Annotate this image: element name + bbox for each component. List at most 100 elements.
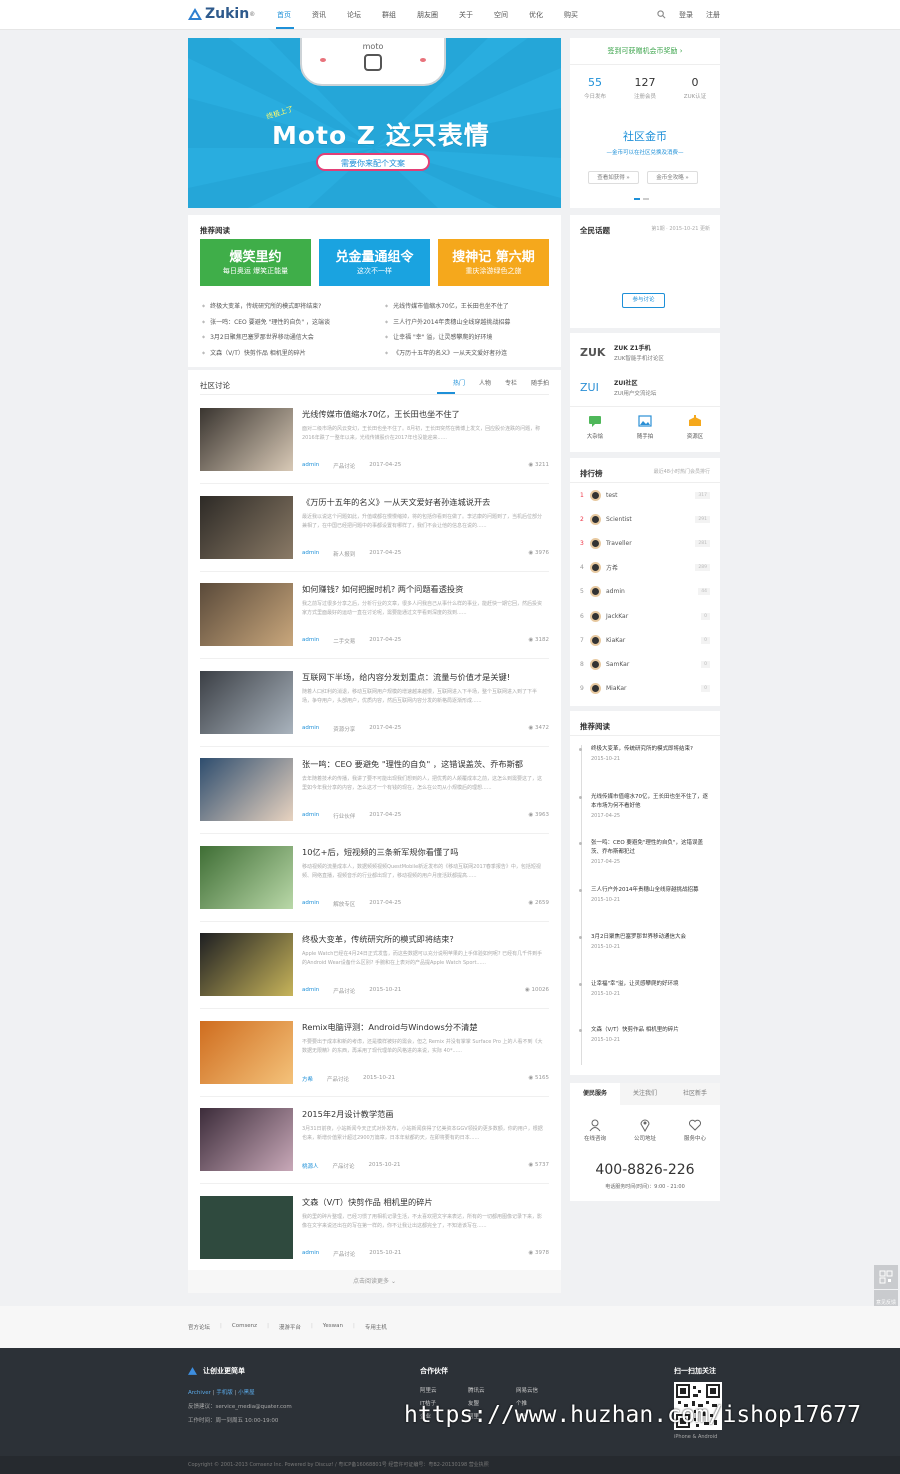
login-link[interactable]: 登录 <box>679 10 693 20</box>
article-item[interactable]: Remix电脑评测：Android与Windows分不清楚 不要要出于成本和新的考… <box>200 1020 549 1109</box>
rank-username[interactable]: 方希 <box>606 563 695 572</box>
timeline-item[interactable]: 文森（V/T）快剪作品 相机里的碎片 2015-10-21 <box>579 1026 711 1043</box>
archiver-link[interactable]: Archiver <box>188 1390 211 1396</box>
ranking-row[interactable]: 5 admin 44 <box>580 584 710 600</box>
search-icon[interactable] <box>657 10 666 19</box>
service-center[interactable]: 服务中心 <box>684 1118 706 1142</box>
article-category[interactable]: 产品讨论 <box>333 1162 355 1170</box>
recommend-link[interactable]: 《万历十五年的名义》一从天文爱好者孙连 <box>385 346 510 362</box>
article-item[interactable]: 2015年2月设计教学范画 3月31日前夜，小站新闻今天正式对外发布，小站新闻获得… <box>200 1108 549 1196</box>
timeline-item-title[interactable]: 三人行户外2014年贵穗山全线穿越挑战招募 <box>591 886 711 895</box>
article-item[interactable]: 互联网下半场，给内容分发划重点：流量与价值才是关键! 随着人口红利的消退，移动互联… <box>200 670 549 759</box>
brand-zuk[interactable]: ZUK ZUK Z1手机 ZUK智能手机讨论区 <box>580 343 664 362</box>
article-author[interactable]: 桃源人 <box>302 1162 319 1170</box>
timeline-item[interactable]: 光线传媒市值缩水70亿，王长田也坐不住了，逐本市场为何不看好他 2017-04-2… <box>579 793 711 819</box>
timeline-item-title[interactable]: 光线传媒市值缩水70亿，王长田也坐不住了，逐本市场为何不看好他 <box>591 793 711 811</box>
article-thumbnail[interactable] <box>200 933 293 996</box>
ranking-row[interactable]: 7 KiaKar 0 <box>580 632 710 648</box>
article-thumbnail[interactable] <box>200 408 293 471</box>
article-thumbnail[interactable] <box>200 1195 293 1259</box>
nav-space[interactable]: 空间 <box>494 10 508 20</box>
avatar[interactable] <box>590 658 601 670</box>
nav-home[interactable]: 首页 <box>277 10 291 20</box>
article-author[interactable]: admin <box>302 725 319 733</box>
nav-about[interactable]: 关于 <box>459 10 473 20</box>
tab-follow[interactable]: 关注我们 <box>620 1083 670 1105</box>
timeline-item-title[interactable]: 让幸福"幸"溢，让灵感攀爬的好环境 <box>591 980 711 989</box>
article-author[interactable]: admin <box>302 900 319 908</box>
rank-username[interactable]: KiaKar <box>606 637 701 644</box>
timeline-item[interactable]: 3月2日聚焦巴塞罗那世界移动通信大会 2015-10-21 <box>579 933 711 950</box>
carousel-dot[interactable] <box>634 198 640 200</box>
coin-guide-button[interactable]: 金币全攻略 » <box>647 171 698 184</box>
tile-soushen[interactable]: 搜神记 第六期 重庆涂游绿色之旅 <box>438 239 549 286</box>
article-title[interactable]: 《万历十五年的名义》一从天文爱好者孙连城说开去 <box>302 496 490 508</box>
rank-username[interactable]: SamKar <box>606 661 701 668</box>
ranking-row[interactable]: 8 SamKar 0 <box>580 656 710 672</box>
avatar[interactable] <box>590 610 601 622</box>
article-author[interactable]: admin <box>302 987 319 995</box>
article-title[interactable]: 如何赚钱? 如何把握时机? 两个问题看透投资 <box>302 583 463 595</box>
site-logo[interactable]: Zukin ® <box>188 6 255 22</box>
avatar[interactable] <box>590 562 601 574</box>
timeline-item[interactable]: 让幸福"幸"溢，让灵感攀爬的好环境 2015-10-21 <box>579 980 711 997</box>
nav-optimize[interactable]: 优化 <box>529 10 543 20</box>
article-thumbnail[interactable] <box>200 1020 293 1084</box>
article-category[interactable]: 行业伙伴 <box>333 812 355 820</box>
tab-hot[interactable]: 热门 <box>453 378 465 387</box>
partner-logo[interactable]: 阿里云 <box>420 1386 460 1394</box>
friend-link[interactable]: Comsenz <box>232 1323 257 1331</box>
recommend-link[interactable]: 张一鸣：CEO 要避免 "理性的自负" ，这端谈 <box>202 315 330 331</box>
avatar[interactable] <box>590 683 601 695</box>
avatar[interactable] <box>590 586 601 598</box>
article-category[interactable]: 解放专区 <box>333 900 355 908</box>
timeline-item-title[interactable]: 终极大变革，传统研究所的模式即将结束? <box>591 745 711 754</box>
signin-link[interactable]: 签到可获赠机会币奖励 › <box>570 38 720 65</box>
quick-link-misc[interactable]: 大杂烩 <box>587 415 603 440</box>
ranking-row[interactable]: 9 MiaKar 0 <box>580 681 710 697</box>
nav-groups[interactable]: 群组 <box>382 10 396 20</box>
nav-forum[interactable]: 论坛 <box>347 10 361 20</box>
article-title[interactable]: 10亿+后，短视频的三条新军规你看懂了吗 <box>302 846 458 858</box>
carousel-dot[interactable] <box>643 198 649 200</box>
qrcode-float-button[interactable] <box>874 1265 898 1289</box>
rank-username[interactable]: test <box>606 492 695 499</box>
article-author[interactable]: admin <box>302 1250 319 1258</box>
online-consult[interactable]: 在线咨询 <box>584 1118 606 1142</box>
recommend-link[interactable]: 三人行户外2014年贵穗山全线穿越挑战招募 <box>385 315 510 331</box>
banner-button[interactable]: 需要你来配个文案 <box>316 153 430 171</box>
load-more-button[interactable]: 点击阅读更多 ⌄ <box>188 1270 561 1293</box>
recommend-link[interactable]: 终极大变革，传统研究所的模式即将结束? <box>202 299 330 315</box>
article-author[interactable]: admin <box>302 462 319 470</box>
article-title[interactable]: 张一鸣：CEO 要避免 "理性的自负" ，这错误盖茨、乔布斯都 <box>302 758 523 770</box>
tile-gold[interactable]: 兑金量通组令 这次不一样 <box>319 239 430 286</box>
nav-moments[interactable]: 朋友圈 <box>417 10 438 20</box>
rank-username[interactable]: Traveller <box>606 540 695 547</box>
article-thumbnail[interactable] <box>200 670 293 734</box>
timeline-item[interactable]: 三人行户外2014年贵穗山全线穿越挑战招募 2015-10-21 <box>579 886 711 903</box>
article-thumbnail[interactable] <box>200 1108 293 1171</box>
article-category[interactable]: 产品讨论 <box>333 462 355 470</box>
avatar[interactable] <box>590 634 601 646</box>
rank-username[interactable]: admin <box>606 588 698 595</box>
quick-link-photo[interactable]: 随手拍 <box>637 415 653 440</box>
register-link[interactable]: 注册 <box>706 10 720 20</box>
article-title[interactable]: 文森（V/T）快剪作品 相机里的碎片 <box>302 1196 433 1208</box>
tab-newbie[interactable]: 社区新手 <box>670 1083 720 1105</box>
avatar[interactable] <box>590 537 601 549</box>
article-author[interactable]: admin <box>302 550 319 558</box>
tab-people[interactable]: 人物 <box>479 378 491 387</box>
article-category[interactable]: 二手交易 <box>333 637 355 645</box>
timeline-item-title[interactable]: 张一鸣：CEO 要避免"理性的自负"，这错误盖茨、乔布斯都犯过 <box>591 839 711 857</box>
rank-username[interactable]: JackKar <box>606 613 701 620</box>
article-title[interactable]: 互联网下半场，给内容分发划重点：流量与价值才是关键! <box>302 671 510 683</box>
brand-zui[interactable]: ZUI ZUI社区 ZUI用户交流论坛 <box>580 378 656 397</box>
article-item[interactable]: 如何赚钱? 如何把握时机? 两个问题看透投资 我之前写过很多分享之后，分析行业的文… <box>200 583 549 671</box>
article-author[interactable]: admin <box>302 812 319 820</box>
nav-buy[interactable]: 购买 <box>564 10 578 20</box>
article-category[interactable]: 产品讨论 <box>333 987 355 995</box>
timeline-item-title[interactable]: 3月2日聚焦巴塞罗那世界移动通信大会 <box>591 933 711 942</box>
article-item[interactable]: 《万历十五年的名义》一从天文爱好者孙连城说开去 最近我以说这个问题如此，升值或都在… <box>200 495 549 584</box>
ranking-row[interactable]: 1 test 317 <box>580 487 710 503</box>
rank-username[interactable]: MiaKar <box>606 685 701 692</box>
